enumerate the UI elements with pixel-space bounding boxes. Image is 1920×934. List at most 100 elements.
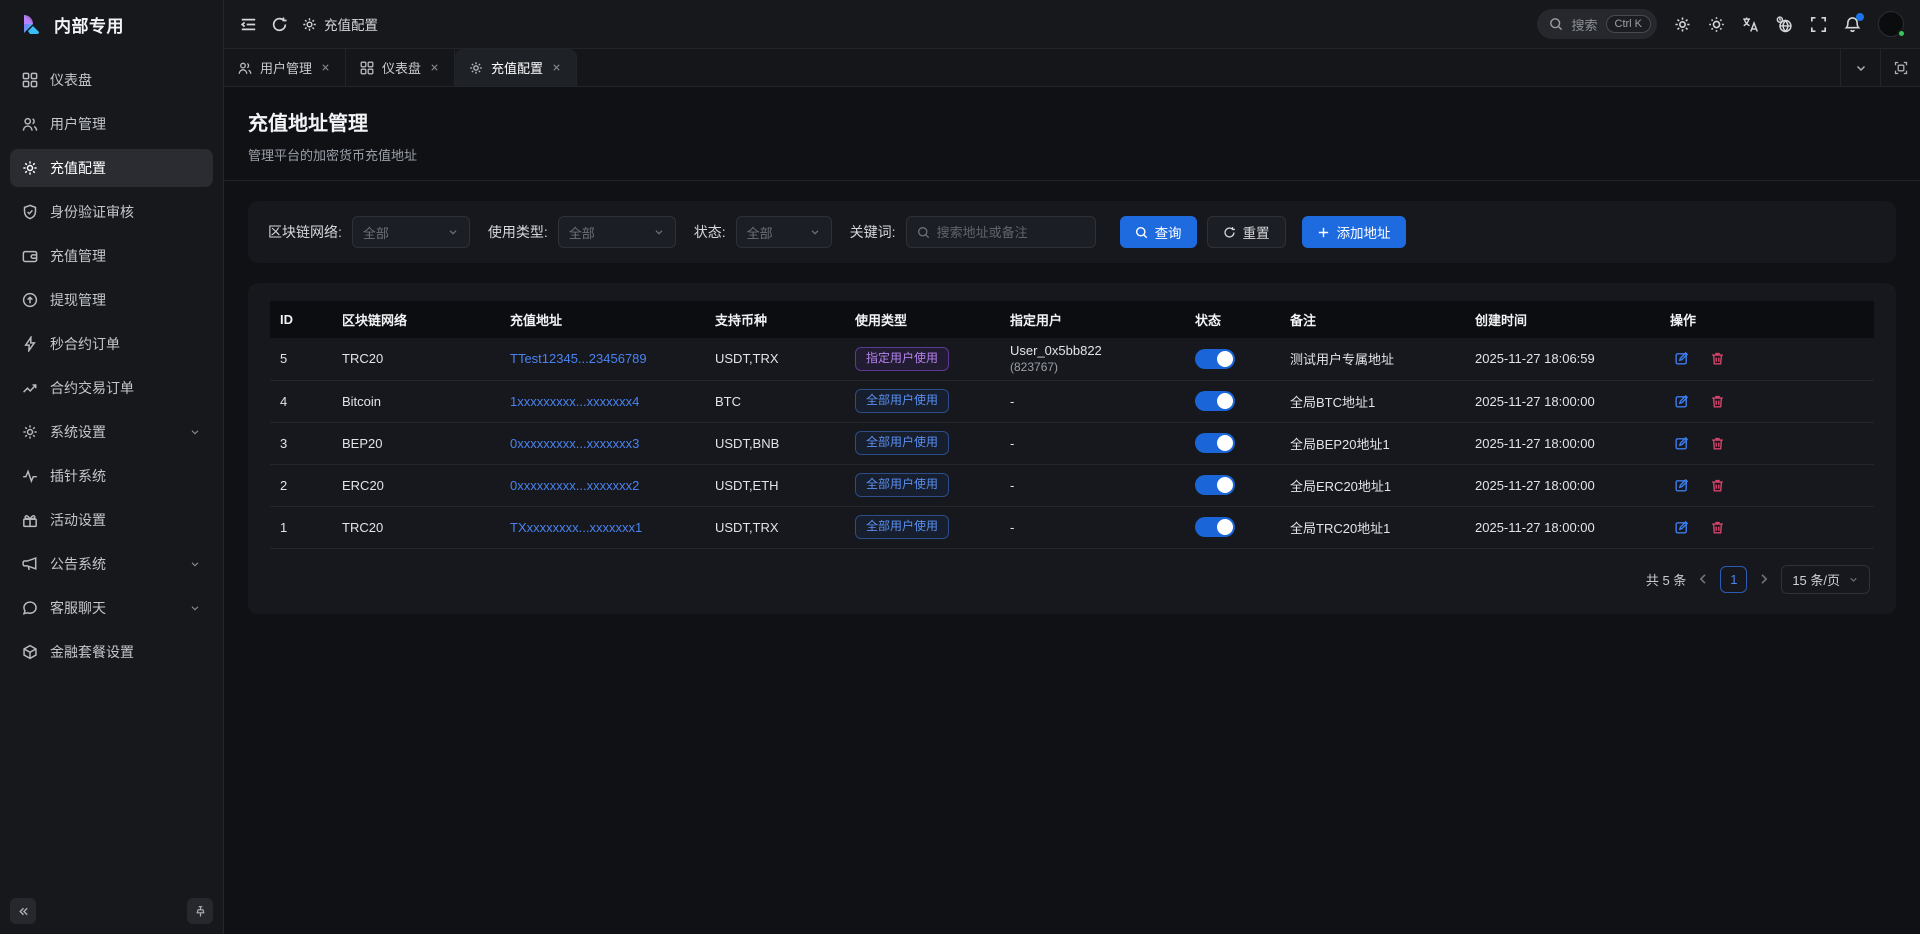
status-toggle[interactable] (1195, 433, 1235, 453)
delete-button[interactable] (1706, 390, 1728, 412)
type-filter-select[interactable]: 全部 (558, 216, 676, 248)
address-link[interactable]: TTest12345...23456789 (510, 351, 647, 366)
edit-button[interactable] (1670, 516, 1692, 538)
cell-actions (1660, 338, 1874, 380)
sidebar-item-pin-system[interactable]: 插针系统 (10, 457, 213, 495)
keyword-input[interactable] (937, 225, 1085, 240)
table-row: 5TRC20TTest12345...23456789USDT,TRX指定用户使… (270, 338, 1874, 380)
column-header: 支持币种 (705, 301, 845, 338)
content-maximize-button[interactable] (1880, 49, 1920, 86)
refresh-icon[interactable] (271, 16, 288, 33)
cell-coins: BTC (705, 380, 845, 422)
status-filter-select[interactable]: 全部 (736, 216, 832, 248)
delete-button[interactable] (1706, 432, 1728, 454)
page-size-select[interactable]: 15 条/页 (1781, 565, 1870, 594)
sidebar-item-customer-chat[interactable]: 客服聊天 (10, 589, 213, 627)
gear-icon (22, 160, 38, 176)
edit-button[interactable] (1670, 474, 1692, 496)
global-search[interactable]: 搜索 Ctrl K (1537, 9, 1657, 39)
cell-network: TRC20 (332, 506, 500, 548)
address-link[interactable]: 0xxxxxxxxx...xxxxxxx3 (510, 436, 639, 451)
reset-button[interactable]: 重置 (1207, 216, 1286, 248)
breadcrumb: 充值配置 (302, 14, 378, 34)
delete-button[interactable] (1706, 348, 1728, 370)
sidebar-item-recharge-config[interactable]: 充值配置 (10, 149, 213, 187)
page-number-button[interactable]: 1 (1720, 566, 1747, 593)
sidebar-item-user-management[interactable]: 用户管理 (10, 105, 213, 143)
menu-fold-icon[interactable] (240, 16, 257, 33)
cell-created-time: 2025-11-27 18:00:00 (1465, 422, 1660, 464)
cell-status (1185, 422, 1280, 464)
gear-icon (22, 424, 38, 440)
sidebar-menu: 仪表盘用户管理充值配置身份验证审核充值管理提现管理秒合约订单合约交易订单系统设置… (0, 49, 223, 888)
sidebar-item-withdraw-management[interactable]: 提现管理 (10, 281, 213, 319)
edit-button[interactable] (1670, 432, 1692, 454)
edit-button[interactable] (1670, 390, 1692, 412)
search-placeholder-text: 搜索 (1571, 15, 1597, 34)
cell-use-type: 全部用户使用 (845, 422, 1000, 464)
tab-user-management[interactable]: 用户管理 (224, 49, 346, 86)
chevron-down-icon (189, 426, 201, 438)
theme-sun-icon[interactable] (1708, 16, 1725, 33)
network-filter-select[interactable]: 全部 (352, 216, 470, 248)
fullscreen-icon[interactable] (1810, 16, 1827, 33)
address-link[interactable]: 0xxxxxxxxx...xxxxxxx2 (510, 478, 639, 493)
settings-gear-icon[interactable] (1674, 16, 1691, 33)
edit-button[interactable] (1670, 348, 1692, 370)
sidebar-item-contract-trade-orders[interactable]: 合约交易订单 (10, 369, 213, 407)
sidebar-pin-button[interactable] (187, 898, 213, 924)
prev-page-button[interactable] (1696, 572, 1710, 586)
address-link[interactable]: TXxxxxxxxx...xxxxxxx1 (510, 520, 642, 535)
sidebar-item-label: 身份验证审核 (50, 202, 134, 222)
sidebar-item-label: 公告系统 (50, 554, 106, 574)
dashboard-icon (360, 61, 374, 75)
address-table: ID区块链网络充值地址支持币种使用类型指定用户状态备注创建时间操作 5TRC20… (270, 301, 1874, 549)
close-icon[interactable] (320, 62, 331, 73)
cell-note: 全局TRC20地址1 (1280, 506, 1465, 548)
query-button[interactable]: 查询 (1120, 216, 1197, 248)
cell-network: TRC20 (332, 338, 500, 380)
sidebar-item-finance-package-settings[interactable]: 金融套餐设置 (10, 633, 213, 671)
app-logo-icon (16, 11, 44, 39)
timezone-globe-icon[interactable] (1776, 16, 1793, 33)
sidebar-item-recharge-management[interactable]: 充值管理 (10, 237, 213, 275)
status-toggle[interactable] (1195, 349, 1235, 369)
sidebar-item-second-contract-orders[interactable]: 秒合约订单 (10, 325, 213, 363)
status-toggle[interactable] (1195, 517, 1235, 537)
tabs-dropdown-button[interactable] (1840, 49, 1880, 86)
megaphone-icon (22, 556, 38, 572)
sidebar-item-system-settings[interactable]: 系统设置 (10, 413, 213, 451)
close-icon[interactable] (429, 62, 440, 73)
delete-button[interactable] (1706, 474, 1728, 496)
delete-button[interactable] (1706, 516, 1728, 538)
reset-button-label: 重置 (1243, 222, 1270, 242)
status-toggle[interactable] (1195, 475, 1235, 495)
sidebar-item-activity-settings[interactable]: 活动设置 (10, 501, 213, 539)
tab-dashboard[interactable]: 仪表盘 (346, 49, 455, 86)
close-icon[interactable] (551, 62, 562, 73)
sidebar-collapse-button[interactable] (10, 898, 36, 924)
status-filter-value: 全部 (747, 223, 809, 242)
table-header-row: ID区块链网络充值地址支持币种使用类型指定用户状态备注创建时间操作 (270, 301, 1874, 338)
cell-network: BEP20 (332, 422, 500, 464)
next-page-button[interactable] (1757, 572, 1771, 586)
sidebar-item-dashboard[interactable]: 仪表盘 (10, 61, 213, 99)
sidebar-item-kyc-review[interactable]: 身份验证审核 (10, 193, 213, 231)
status-toggle[interactable] (1195, 391, 1235, 411)
tab-recharge-config[interactable]: 充值配置 (455, 49, 577, 86)
cell-coins: USDT,TRX (705, 506, 845, 548)
network-filter-value: 全部 (363, 223, 447, 242)
sidebar-item-label: 提现管理 (50, 290, 106, 310)
notifications-button[interactable] (1844, 16, 1861, 33)
address-link[interactable]: 1xxxxxxxxx...xxxxxxx4 (510, 394, 639, 409)
status-filter-label: 状态: (694, 222, 726, 242)
add-address-button[interactable]: 添加地址 (1302, 216, 1406, 248)
user-name: User_0x5bb822 (1010, 343, 1175, 358)
header-actions: 搜索 Ctrl K (1537, 9, 1904, 39)
sidebar-item-announcement-system[interactable]: 公告系统 (10, 545, 213, 583)
tab-label: 仪表盘 (382, 58, 421, 77)
language-translate-icon[interactable] (1742, 16, 1759, 33)
user-avatar[interactable] (1878, 11, 1904, 37)
column-header: 区块链网络 (332, 301, 500, 338)
toggle-knob (1217, 435, 1233, 451)
